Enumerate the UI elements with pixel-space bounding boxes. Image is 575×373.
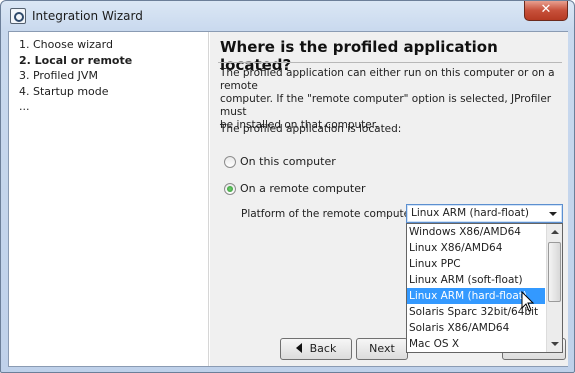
platform-dropdown-list[interactable]: Windows X86/AMD64 Linux X86/AMD64 Linux …	[406, 223, 563, 353]
dropdown-option-solaris-x86-amd64[interactable]: Solaris X86/AMD64	[407, 320, 545, 336]
radio-button-local[interactable]	[224, 155, 236, 168]
mouse-cursor-icon	[521, 291, 535, 312]
radio-label-remote: On a remote computer	[240, 182, 366, 195]
step-profiled-jvm: 3. Profiled JVM	[19, 69, 98, 82]
description-line: The profiled application can either run …	[220, 67, 555, 92]
description-line: computer. If the "remote computer" optio…	[220, 93, 552, 118]
dropdown-option-windows-x86-amd64[interactable]: Windows X86/AMD64	[407, 224, 545, 240]
window-title: Integration Wizard	[32, 9, 143, 23]
radio-button-remote[interactable]	[224, 182, 236, 195]
platform-select[interactable]: Linux ARM (hard-float)	[406, 204, 563, 223]
dropdown-option-linux-x86-amd64[interactable]: Linux X86/AMD64	[407, 240, 545, 256]
close-button[interactable]: ✕	[524, 1, 568, 21]
dropdown-option-linux-arm-soft-float[interactable]: Linux ARM (soft-float)	[407, 272, 545, 288]
scroll-up-icon[interactable]	[551, 230, 559, 234]
radio-on-this-computer[interactable]: On this computer	[224, 155, 336, 168]
title-separator	[218, 62, 562, 63]
wizard-window: Integration Wizard ✕ 1. Choose wizard 2.…	[0, 0, 575, 373]
location-label: The profiled application is located:	[220, 123, 402, 135]
app-icon	[10, 8, 26, 24]
steps-panel: 1. Choose wizard 2. Local or remote 3. P…	[9, 32, 209, 366]
platform-label: Platform of the remote computer:	[241, 208, 418, 220]
close-icon: ✕	[540, 2, 552, 17]
back-button[interactable]: Back	[280, 338, 352, 360]
main-panel: Where is the profiled application locate…	[210, 32, 568, 366]
radio-label-local: On this computer	[240, 155, 336, 168]
step-local-or-remote: 2. Local or remote	[19, 53, 133, 67]
next-button-label: Next	[369, 342, 395, 355]
platform-select-value: Linux ARM (hard-float)	[411, 207, 529, 219]
step-choose-wizard: 1. Choose wizard	[19, 38, 113, 51]
scrollbar-thumb[interactable]	[548, 242, 561, 302]
back-button-label: Back	[309, 342, 337, 355]
chevron-down-icon[interactable]	[549, 212, 557, 216]
dropdown-scrollbar[interactable]	[546, 224, 562, 352]
step-more: ...	[19, 100, 30, 113]
dropdown-option-linux-ppc[interactable]: Linux PPC	[407, 256, 545, 272]
back-arrow-icon	[295, 343, 302, 353]
next-button[interactable]: Next	[356, 338, 408, 360]
title-bar[interactable]: Integration Wizard ✕	[1, 1, 574, 31]
wizard-body: 1. Choose wizard 2. Local or remote 3. P…	[8, 31, 568, 367]
step-startup-mode: 4. Startup mode	[19, 84, 109, 98]
scroll-down-icon[interactable]	[551, 342, 559, 346]
radio-on-remote-computer[interactable]: On a remote computer	[224, 182, 366, 195]
dropdown-option-mac-os-x[interactable]: Mac OS X	[407, 336, 545, 352]
